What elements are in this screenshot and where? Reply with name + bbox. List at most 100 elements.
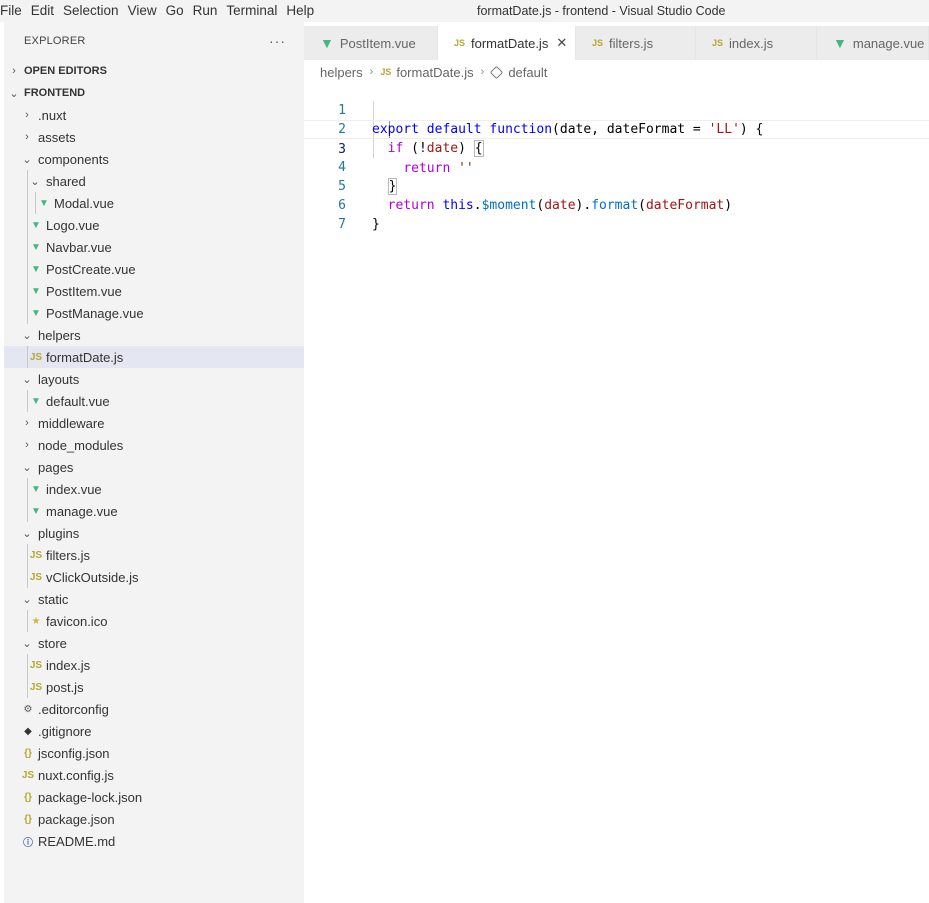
menu-run[interactable]: Run — [193, 3, 227, 18]
tree-folder[interactable]: › middleware — [4, 412, 304, 434]
menu-selection[interactable]: Selection — [63, 3, 128, 18]
indent-guide — [27, 346, 28, 368]
tree-item-label: middleware — [38, 415, 105, 431]
tree-folder[interactable]: ⌄ layouts — [4, 368, 304, 390]
code-line: 4 } — [304, 139, 929, 195]
tab-postitem-vue[interactable]: ▼ PostItem.vue — [304, 26, 438, 60]
tree-item-label: static — [38, 591, 69, 607]
code-line: 7 — [304, 196, 929, 232]
tree-item-label: package-lock.json — [38, 789, 143, 805]
tree-item-label: Navbar.vue — [46, 239, 112, 255]
js-file-icon: JS — [29, 571, 43, 583]
tree-item-label: README.md — [38, 833, 116, 849]
tree-folder[interactable]: ⌄ static — [4, 588, 304, 610]
chevron-right-icon: › — [369, 66, 374, 78]
tree-item-label: manage.vue — [46, 503, 118, 519]
js-file-icon: JS — [29, 351, 43, 363]
git-icon: ◆ — [24, 725, 32, 737]
line-number: 7 — [338, 217, 346, 232]
indent-guide — [27, 236, 28, 258]
tab-manage-vue[interactable]: ▼ manage.vue — [817, 26, 929, 60]
tree-file[interactable]: ★ favicon.ico — [4, 610, 304, 632]
vue-file-icon: ▼ — [31, 263, 41, 275]
menu-go[interactable]: Go — [166, 3, 193, 18]
menu-edit[interactable]: Edit — [31, 3, 63, 18]
indent-guide — [27, 390, 28, 412]
tab-index-js[interactable]: JS index.js — [696, 26, 817, 60]
tree-folder[interactable]: › .nuxt — [4, 104, 304, 126]
tab-filters-js[interactable]: JS filters.js — [576, 26, 696, 60]
tree-file[interactable]: ▼ Navbar.vue — [4, 236, 304, 258]
tree-file[interactable]: ▼ PostCreate.vue — [4, 258, 304, 280]
tab-label: index.js — [729, 35, 774, 51]
indent-guide — [27, 302, 28, 324]
tree-file[interactable]: JS nuxt.config.js — [4, 764, 304, 786]
chevron-right-icon: › — [25, 109, 29, 121]
breadcrumb-file[interactable]: formatDate.js — [396, 65, 473, 80]
tree-file[interactable]: ⓘ README.md — [4, 830, 304, 852]
tree-file[interactable]: ▼ PostItem.vue — [4, 280, 304, 302]
tree-file[interactable]: JS vClickOutside.js — [4, 566, 304, 588]
tab-formatdate-js[interactable]: JS formatDate.js ✕ — [438, 26, 576, 60]
tree-file[interactable]: ▼ manage.vue — [4, 500, 304, 522]
tree-file[interactable]: ▼ Logo.vue — [4, 214, 304, 236]
tree-file[interactable]: ▼ PostManage.vue — [4, 302, 304, 324]
tree-file[interactable]: JS formatDate.js — [4, 346, 304, 368]
tree-folder[interactable]: ⌄ shared — [4, 170, 304, 192]
tree-file[interactable]: JS filters.js — [4, 544, 304, 566]
chevron-down-icon: ⌄ — [22, 329, 32, 342]
menu-help[interactable]: Help — [286, 3, 323, 18]
tree-file[interactable]: {} package-lock.json — [4, 786, 304, 808]
tree-folder[interactable]: ⌄ helpers — [4, 324, 304, 346]
tree-file[interactable]: JS index.js — [4, 654, 304, 676]
tree-item-label: index.vue — [46, 481, 102, 497]
menu-file[interactable]: File — [0, 3, 31, 18]
tree-folder[interactable]: › node_modules — [4, 434, 304, 456]
tree-folder[interactable]: ⌄ plugins — [4, 522, 304, 544]
tree-file[interactable]: {} jsconfig.json — [4, 742, 304, 764]
code-line-current: 3 return '' — [304, 120, 929, 176]
indent-guide — [27, 500, 28, 522]
tree-file[interactable]: ▼ default.vue — [4, 390, 304, 412]
tree-folder[interactable]: ⌄ components — [4, 148, 304, 170]
tree-item-label: formatDate.js — [46, 349, 124, 365]
tree-item-label: plugins — [38, 525, 80, 541]
chevron-down-icon: ⌄ — [22, 373, 32, 386]
explorer-sidebar: EXPLORER ··· › OPEN EDITORS ⌄ FRONTEND ›… — [4, 22, 304, 903]
breadcrumb-folder[interactable]: helpers — [320, 65, 363, 80]
tree-item-label: package.json — [38, 811, 115, 827]
js-file-icon: JS — [454, 38, 466, 48]
indent-guide — [27, 258, 28, 280]
tree-item-label: node_modules — [38, 437, 124, 453]
tree-folder[interactable]: › assets — [4, 126, 304, 148]
tree-item-label: helpers — [38, 327, 81, 343]
indent-guide — [27, 214, 28, 236]
tree-item-label: PostItem.vue — [46, 283, 122, 299]
menu-view[interactable]: View — [128, 3, 166, 18]
tree-item-label: jsconfig.json — [38, 745, 110, 761]
vue-file-icon: ▼ — [320, 35, 334, 51]
tab-label: filters.js — [609, 35, 654, 51]
tree-file[interactable]: {} package.json — [4, 808, 304, 830]
vue-file-icon: ▼ — [31, 307, 41, 319]
tree-file[interactable]: ◆ .gitignore — [4, 720, 304, 742]
project-section[interactable]: ⌄ FRONTEND — [4, 82, 304, 104]
js-file-icon: JS — [21, 769, 35, 781]
menu-terminal[interactable]: Terminal — [226, 3, 286, 18]
vue-file-icon: ▼ — [31, 395, 41, 407]
breadcrumb-symbol[interactable]: default — [508, 65, 547, 80]
more-actions-icon[interactable]: ··· — [269, 33, 286, 49]
tree-folder[interactable]: ⌄ pages — [4, 456, 304, 478]
tree-item-label: filters.js — [46, 547, 91, 563]
close-icon[interactable]: ✕ — [556, 35, 567, 51]
open-editors-section[interactable]: › OPEN EDITORS — [4, 60, 304, 82]
tree-file[interactable]: ▼ index.vue — [4, 478, 304, 500]
tree-file[interactable]: ▼ Modal.vue — [4, 192, 304, 214]
code-editor[interactable]: 1 export default function(date, dateForm… — [304, 82, 929, 903]
js-file-icon: JS — [380, 67, 392, 77]
tree-file[interactable]: JS post.js — [4, 676, 304, 698]
tree-item-label: pages — [38, 459, 74, 475]
tree-folder[interactable]: ⌄ store — [4, 632, 304, 654]
tree-file[interactable]: ⚙ .editorconfig — [4, 698, 304, 720]
indent-guide — [27, 610, 28, 632]
